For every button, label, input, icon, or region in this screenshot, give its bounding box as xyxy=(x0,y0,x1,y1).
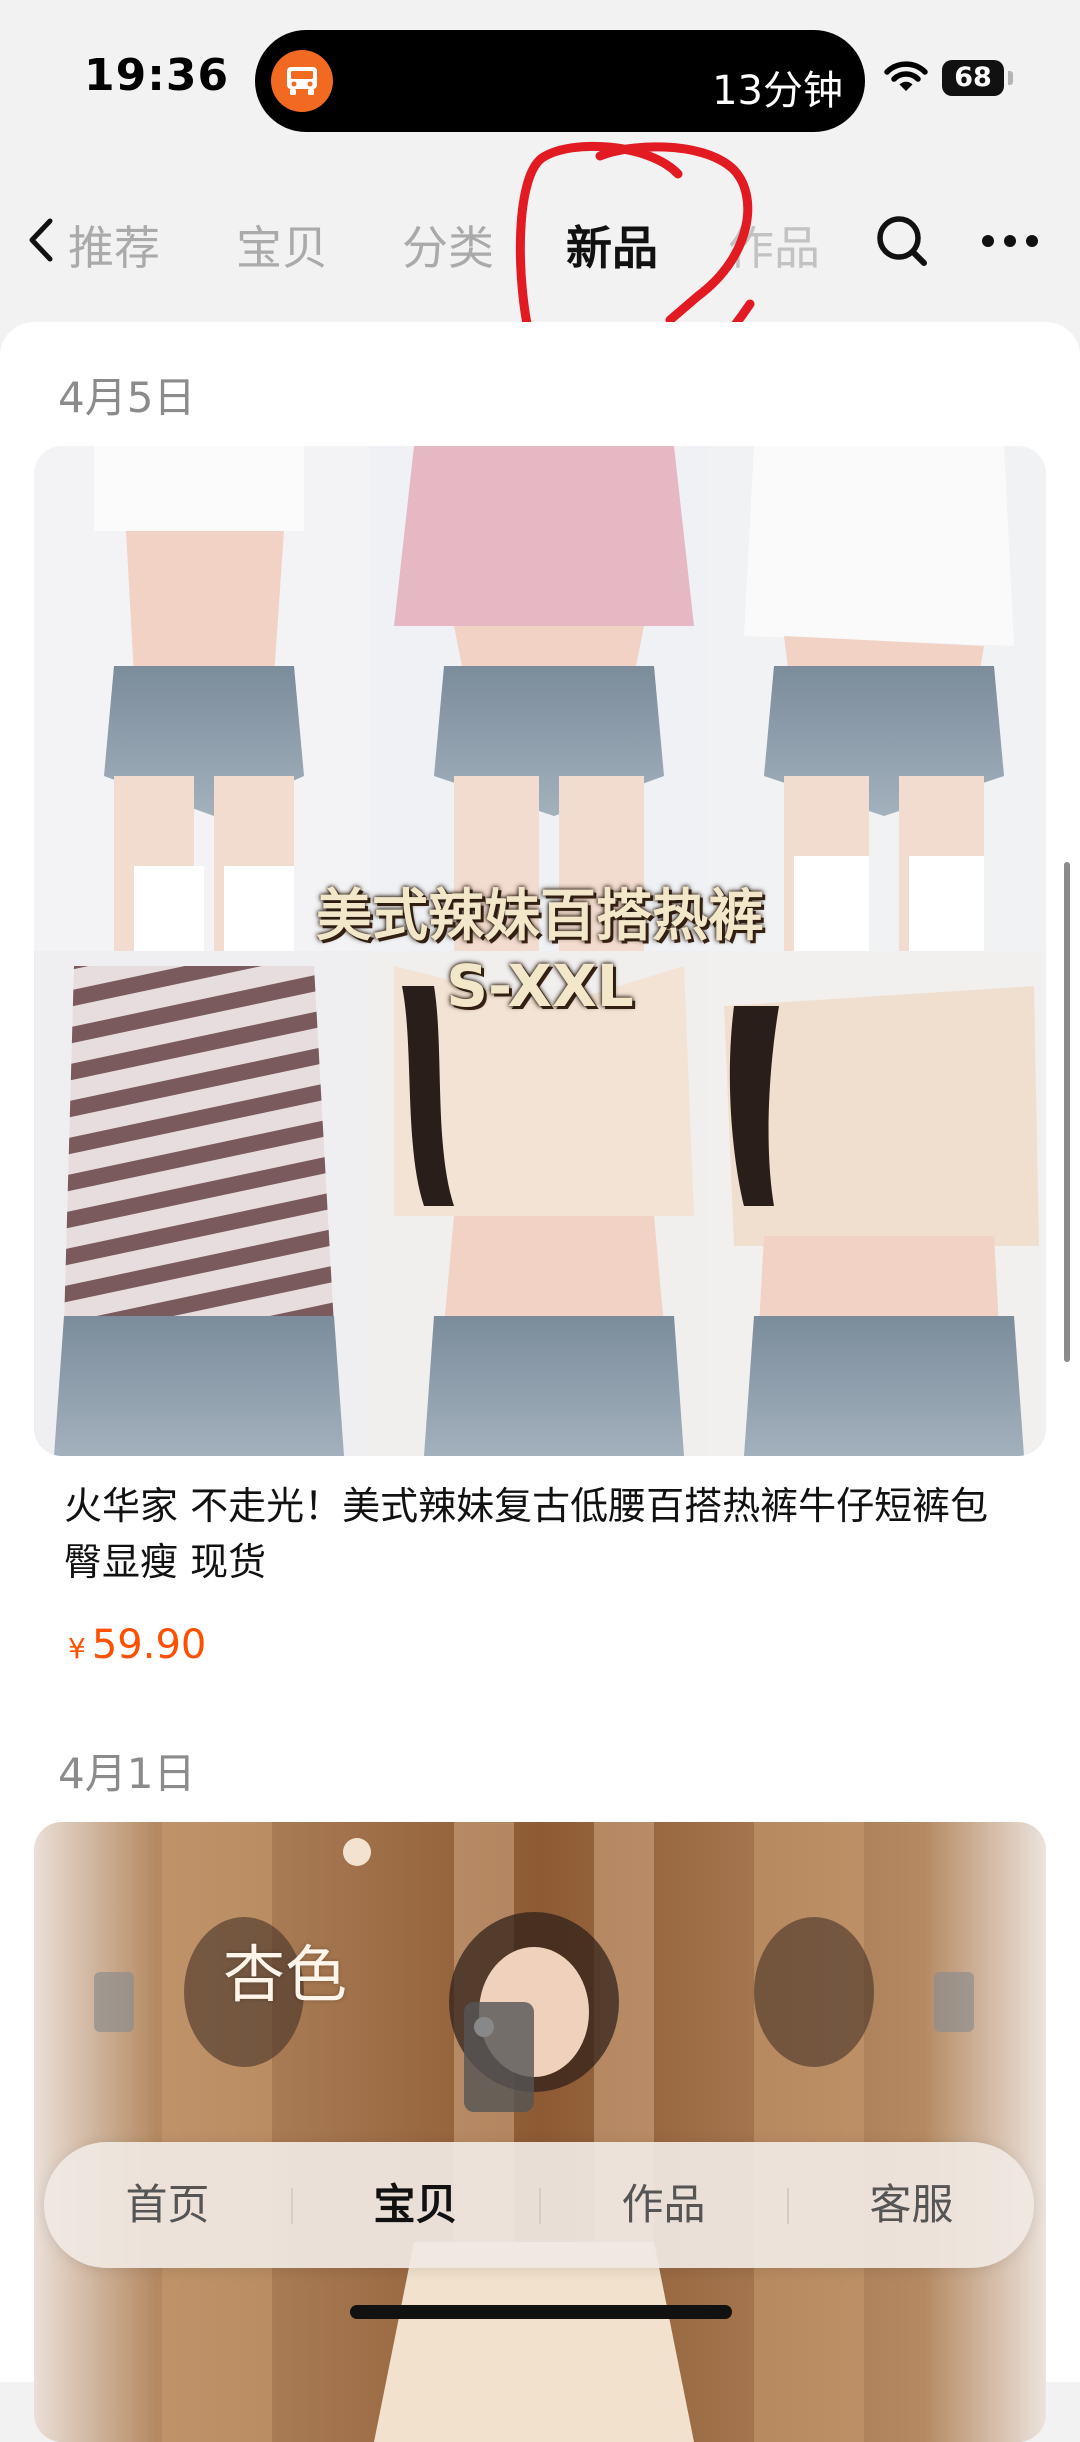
status-time: 19:36 xyxy=(84,50,230,101)
scrollbar-thumb[interactable] xyxy=(1064,862,1070,1362)
tab-works[interactable]: 作品 xyxy=(728,212,820,278)
image-size-caption: S-XXL xyxy=(446,952,634,1020)
price-value: 59.90 xyxy=(91,1622,207,1668)
tab-recommend[interactable]: 推荐 xyxy=(68,212,160,278)
back-chevron-icon[interactable] xyxy=(26,217,56,267)
new-arrivals-feed: 4月5日 美式辣妹百搭热裤 S-XXL 火华家 不走光！美式辣妹复古低腰百搭热裤… xyxy=(0,322,1080,2442)
product-price: ¥59.90 xyxy=(68,1622,206,1668)
tab-products[interactable]: 宝贝 xyxy=(236,212,328,278)
tab-categories[interactable]: 分类 xyxy=(402,212,494,278)
price-currency: ¥ xyxy=(68,1632,86,1665)
bottom-tab-bar: 首页 宝贝 作品 客服 xyxy=(44,2142,1034,2268)
more-options-icon[interactable] xyxy=(980,235,1040,249)
bottom-tab-products[interactable]: 宝贝 xyxy=(292,2142,539,2268)
dynamic-island-live-activity[interactable]: 13分钟 xyxy=(255,30,865,132)
bottom-tab-home[interactable]: 首页 xyxy=(44,2142,291,2268)
wifi-icon xyxy=(884,60,928,98)
delivery-truck-icon xyxy=(271,50,333,112)
live-activity-time: 13分钟 xyxy=(712,68,843,114)
search-icon[interactable] xyxy=(874,213,930,273)
battery-indicator: 68 xyxy=(942,60,1004,96)
product-title[interactable]: 火华家 不走光！美式辣妹复古低腰百搭热裤牛仔短裤包臀显瘦 现货 xyxy=(64,1478,1004,1590)
bottom-tab-customer-service[interactable]: 客服 xyxy=(788,2142,1035,2268)
tab-new-arrivals[interactable]: 新品 xyxy=(566,212,658,278)
store-top-nav: 推荐 宝贝 分类 新品 作品 xyxy=(0,190,1080,290)
product-image-apricot[interactable]: 杏色 xyxy=(34,1822,1046,2442)
status-bar: 19:36 13分钟 68 xyxy=(0,0,1080,150)
home-indicator[interactable] xyxy=(350,2305,732,2319)
date-label: 4月1日 xyxy=(58,1749,196,1798)
image-color-caption: 杏色 xyxy=(222,1938,347,2011)
image-caption: 美式辣妹百搭热裤 xyxy=(316,884,764,949)
date-label: 4月5日 xyxy=(58,373,196,422)
battery-tip xyxy=(1008,71,1013,85)
bottom-tab-works[interactable]: 作品 xyxy=(540,2142,787,2268)
product-image-shorts[interactable]: 美式辣妹百搭热裤 S-XXL xyxy=(34,446,1046,1456)
